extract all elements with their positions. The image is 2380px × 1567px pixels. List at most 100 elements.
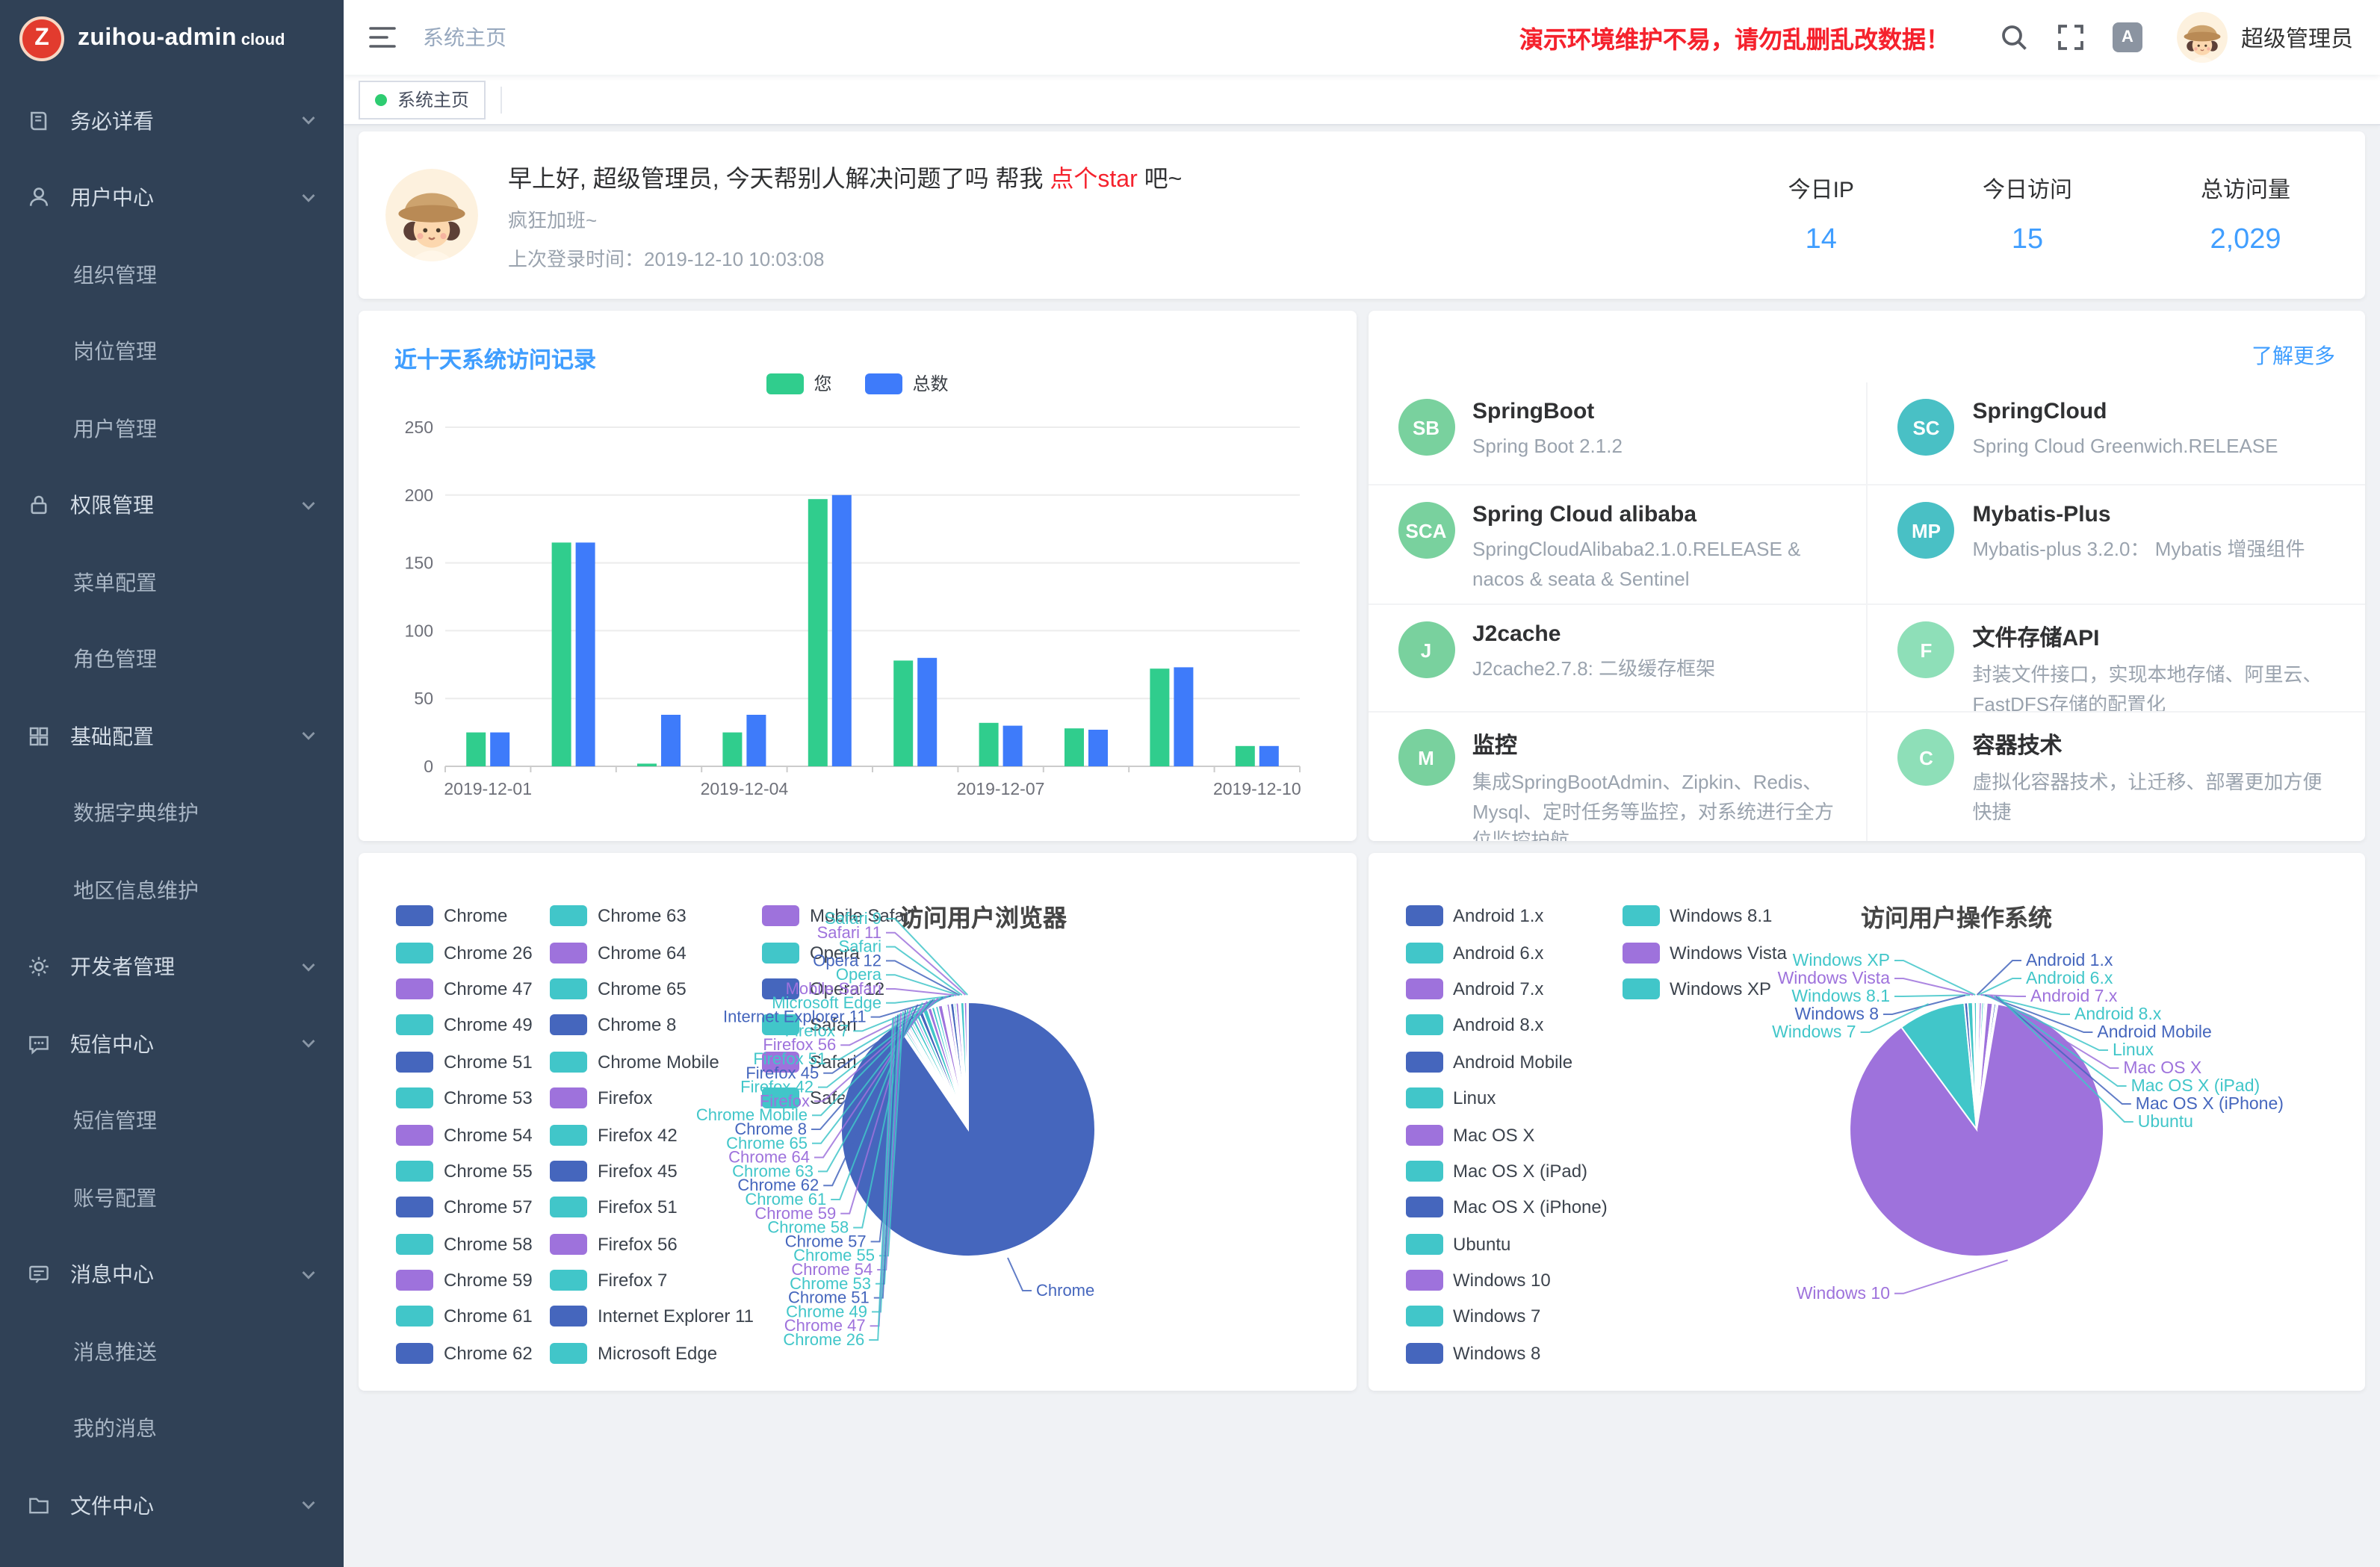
pie-slice[interactable]	[954, 1003, 968, 1129]
bar[interactable]	[1088, 730, 1108, 766]
app-logo[interactable]: Z zuihou-admincloud	[0, 0, 344, 78]
legend-item[interactable]: Android 7.x	[1405, 971, 1622, 1008]
bar[interactable]	[917, 658, 937, 766]
hamburger-icon[interactable]	[368, 22, 397, 52]
pie-slice[interactable]	[915, 1012, 968, 1129]
sidebar-item-7[interactable]: 文件中心	[0, 1467, 344, 1544]
bar[interactable]	[722, 733, 742, 766]
pie-slice[interactable]	[961, 1002, 968, 1129]
bar[interactable]	[832, 495, 852, 766]
sidebar-subitem[interactable]: 角色管理	[0, 621, 344, 698]
sidebar-subitem[interactable]: 地区信息维护	[0, 851, 344, 928]
pie-slice[interactable]	[919, 1011, 968, 1129]
sidebar-subitem[interactable]: 数据字典维护	[0, 775, 344, 851]
pie-slice[interactable]	[946, 1004, 968, 1129]
bar[interactable]	[1174, 667, 1193, 766]
legend-item[interactable]: Windows 10	[1405, 1262, 1622, 1299]
pie-slice[interactable]	[935, 1007, 968, 1129]
bar[interactable]	[746, 715, 766, 766]
pie-slice[interactable]	[1974, 1002, 1976, 1129]
pie-slice[interactable]	[942, 1005, 968, 1129]
pie-slice[interactable]	[1972, 1002, 1976, 1129]
legend-item[interactable]: Mac OS X	[1405, 1117, 1622, 1153]
pie-slice[interactable]	[967, 1002, 968, 1129]
legend-item[interactable]: Firefox 42	[550, 1117, 762, 1153]
legend-item[interactable]: Chrome 47	[396, 971, 550, 1008]
bar[interactable]	[637, 763, 657, 766]
pie-slice[interactable]	[1976, 1002, 1981, 1129]
pie-slice[interactable]	[949, 1004, 968, 1129]
pie-slice[interactable]	[1976, 1004, 1995, 1129]
legend-item[interactable]: Chrome 57	[396, 1189, 550, 1226]
bar[interactable]	[1150, 668, 1169, 766]
pie-slice[interactable]	[928, 1008, 968, 1129]
legend-item[interactable]: Firefox 51	[550, 1189, 762, 1226]
legend-item[interactable]: Chrome 58	[396, 1226, 550, 1262]
sidebar-subitem[interactable]: 菜单配置	[0, 544, 344, 621]
pie-slice[interactable]	[1976, 1004, 1997, 1129]
bar[interactable]	[661, 715, 681, 766]
legend-item[interactable]: Chrome 54	[396, 1117, 550, 1153]
current-user-name[interactable]: 超级管理员	[2241, 22, 2353, 53]
pie-slice[interactable]	[908, 1017, 968, 1129]
legend-item[interactable]: Windows 7	[1405, 1299, 1622, 1335]
legend-item[interactable]: Safari 11	[762, 1043, 914, 1080]
legend-item[interactable]: Firefox 7	[550, 1262, 762, 1299]
pie-slice[interactable]	[943, 1005, 968, 1129]
sidebar-item-4[interactable]: 开发者管理	[0, 928, 344, 1005]
sidebar-item-0[interactable]: 务必详看	[0, 82, 344, 159]
bar[interactable]	[466, 733, 486, 766]
legend-item[interactable]: Ubuntu	[1405, 1226, 1622, 1262]
legend-item[interactable]: Microsoft Edge	[550, 1335, 762, 1371]
sidebar-item-2[interactable]: 权限管理	[0, 467, 344, 544]
bar[interactable]	[808, 499, 828, 766]
pie-slice[interactable]	[1976, 1003, 1992, 1129]
sidebar-item-3[interactable]: 基础配置	[0, 698, 344, 775]
sidebar-subitem[interactable]: 消息推送	[0, 1313, 344, 1390]
legend-item[interactable]: Android 1.x	[1405, 898, 1622, 934]
legend-item[interactable]: Windows Vista	[1622, 934, 1787, 971]
legend-item[interactable]: Mobile Safari	[762, 898, 914, 934]
bar[interactable]	[1259, 746, 1279, 766]
legend-item[interactable]: Chrome 8	[550, 1007, 762, 1043]
learn-more-link[interactable]: 了解更多	[2252, 341, 2335, 370]
pie-slice[interactable]	[935, 1006, 968, 1129]
legend-item[interactable]: Mac OS X (iPad)	[1405, 1152, 1622, 1189]
legend-item[interactable]: Android 8.x	[1405, 1007, 1622, 1043]
font-size-icon[interactable]: A	[2113, 22, 2142, 52]
sidebar-item-5[interactable]: 短信中心	[0, 1005, 344, 1082]
legend-item[interactable]: Android 6.x	[1405, 934, 1622, 971]
pie-slice[interactable]	[910, 1015, 968, 1129]
legend-item[interactable]: Chrome 55	[396, 1152, 550, 1189]
fullscreen-icon[interactable]	[2056, 22, 2086, 52]
pie-slice[interactable]	[1976, 1002, 1985, 1129]
legend-item[interactable]: Chrome	[396, 898, 550, 934]
legend-item[interactable]: Chrome 53	[396, 1080, 550, 1117]
pie-slice[interactable]	[958, 1002, 968, 1129]
pie-slice[interactable]	[1963, 1002, 1976, 1129]
legend-item[interactable]: Mac OS X (iPhone)	[1405, 1189, 1622, 1226]
pie-slice[interactable]	[905, 1017, 968, 1129]
bar[interactable]	[1065, 728, 1084, 766]
legend-item[interactable]: Firefox 45	[550, 1152, 762, 1189]
pie-slice[interactable]	[960, 1002, 968, 1129]
pie-slice[interactable]	[1976, 1002, 1977, 1129]
legend-item[interactable]: Chrome 26	[396, 934, 550, 971]
legend-item[interactable]: Android Mobile	[1405, 1043, 1622, 1080]
sidebar-subitem[interactable]: 账号配置	[0, 1159, 344, 1236]
sidebar-subitem[interactable]: 我的消息	[0, 1390, 344, 1467]
bar[interactable]	[893, 660, 913, 766]
legend-item[interactable]: Chrome 64	[550, 934, 762, 971]
legend-item[interactable]: Chrome Mobile	[550, 1043, 762, 1080]
legend-item[interactable]: Windows 8.1	[1622, 898, 1787, 934]
legend-item[interactable]: Chrome 59	[396, 1262, 550, 1299]
sidebar-item-6[interactable]: 消息中心	[0, 1236, 344, 1313]
sidebar-item-1[interactable]: 用户中心	[0, 159, 344, 236]
legend-item[interactable]: Internet Explorer 11	[550, 1299, 762, 1335]
legend-item[interactable]: Chrome 51	[396, 1043, 550, 1080]
search-icon[interactable]	[1999, 22, 2029, 52]
pie-slice[interactable]	[945, 1004, 968, 1129]
breadcrumb[interactable]: 系统主页	[423, 22, 506, 52]
legend-item[interactable]: Firefox	[550, 1080, 762, 1117]
pie-slice[interactable]	[955, 1002, 968, 1129]
